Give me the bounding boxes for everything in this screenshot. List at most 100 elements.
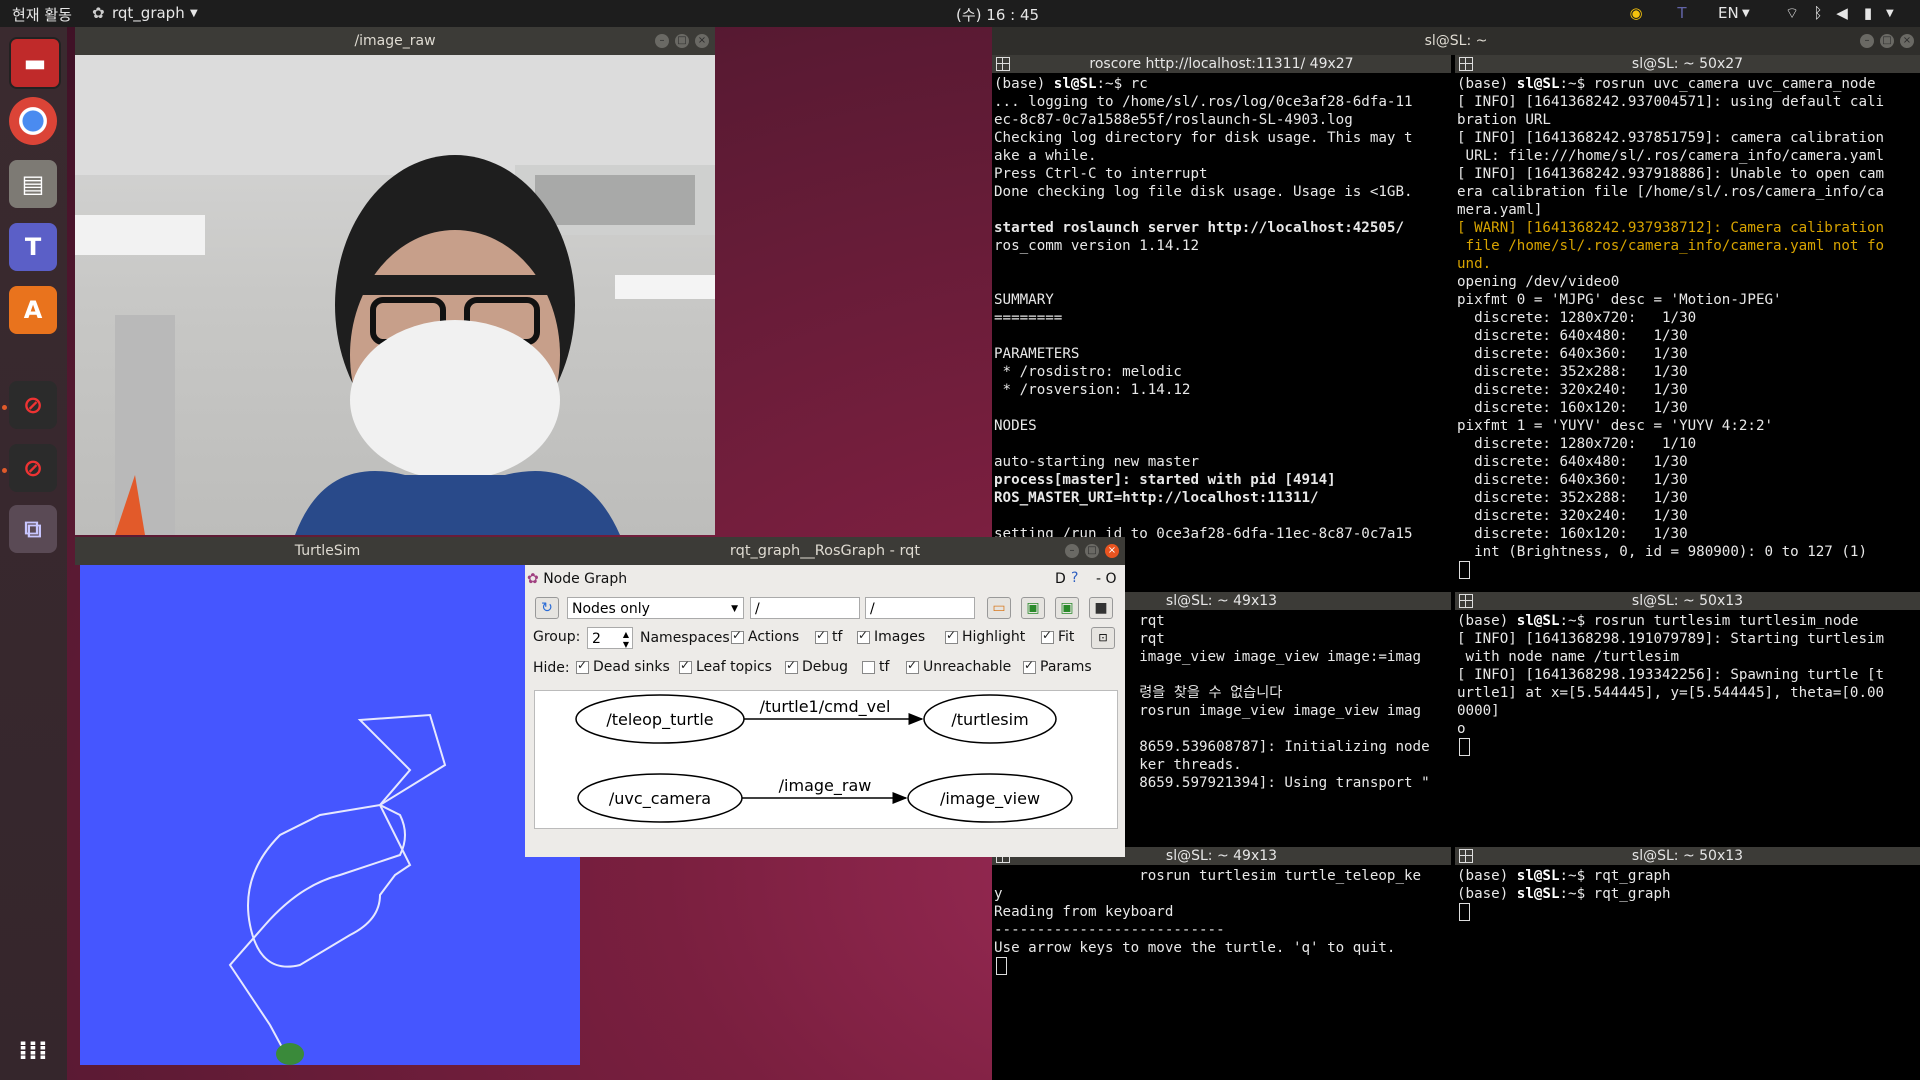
minimize-icon[interactable]: –	[1860, 34, 1874, 48]
terminal-cursor	[1459, 738, 1470, 756]
tf-hide-checkbox[interactable]: tf	[862, 659, 889, 675]
help-icon[interactable]: ?	[1071, 570, 1078, 586]
close-icon[interactable]: ×	[1900, 34, 1914, 48]
image-raw-window[interactable]: /image_raw – □ ×	[75, 27, 715, 537]
chrome-tray-icon[interactable]: ◉	[1626, 3, 1646, 23]
topic-filter-input[interactable]: /	[865, 597, 975, 619]
terminal-line: 0000]	[1457, 703, 1500, 719]
split-icon[interactable]	[996, 57, 1010, 71]
teams-icon[interactable]: T	[9, 223, 57, 271]
highlight-checkbox[interactable]: Highlight	[945, 628, 1025, 645]
terminal-line: file /home/sl/.ros/camera_info/camera.ya…	[1457, 238, 1885, 254]
terminal-line: discrete: 160x120: 1/30	[1457, 400, 1688, 416]
activities-button[interactable]: 현재 활동	[12, 4, 72, 25]
chevron-down-icon: ▼	[190, 8, 198, 19]
debug-checkbox[interactable]: Debug	[785, 658, 848, 675]
terminal-line: discrete: 640x480: 1/30	[1457, 328, 1688, 344]
app-menu-button[interactable]: rqt_graph	[112, 4, 185, 22]
turtlesim-window[interactable]: TurtleSim	[75, 537, 580, 1067]
window-titlebar[interactable]: /image_raw – □ ×	[75, 27, 715, 55]
window-titlebar[interactable]: TurtleSim	[75, 537, 580, 565]
teams-tray-icon[interactable]: T	[1672, 3, 1692, 23]
namespace-filter-input[interactable]: /	[750, 597, 860, 619]
save-svg-icon[interactable]: ▣	[1055, 597, 1079, 619]
dock-toggle-button[interactable]: D	[1055, 571, 1066, 587]
dock: ▬ ▤ T A ⊘ ⊘ ⧉ ⁞⁞⁞	[0, 27, 67, 1080]
split-icon[interactable]	[1459, 57, 1473, 71]
terminal-line: era calibration file [/home/sl/.ros/came…	[1457, 184, 1885, 200]
window-titlebar[interactable]: sl@SL: ~ – □ ×	[992, 27, 1920, 55]
volume-icon[interactable]: ◀	[1832, 3, 1852, 23]
terminal-pane-roscore[interactable]: roscore http://localhost:11311/ 49x27 (b…	[992, 55, 1451, 589]
terminal-line: Reading from keyboard	[994, 904, 1174, 920]
terminal-line: [ INFO] [1641368242.937851759]: camera c…	[1457, 130, 1885, 146]
spin-down-icon[interactable]: ▼	[623, 634, 629, 656]
images-checkbox[interactable]: Images	[857, 628, 925, 645]
group-spinbox[interactable]: 2 ▲ ▼	[587, 627, 633, 649]
close-icon[interactable]: ×	[1105, 544, 1119, 558]
blocked-app-icon[interactable]: ⊘	[9, 444, 57, 492]
graph-edge[interactable]: /image_raw	[742, 776, 908, 804]
terminal-icon[interactable]: ▬	[9, 37, 61, 89]
blocked-app-icon[interactable]: ⊘	[9, 381, 57, 429]
language-indicator[interactable]: EN	[1718, 4, 1739, 22]
battery-icon[interactable]: ▮	[1858, 3, 1878, 23]
panel-title-row: ✿ Node Graph	[527, 571, 627, 587]
tf-checkbox[interactable]: tf	[815, 628, 842, 645]
wifi-icon[interactable]: ⌔	[1782, 3, 1802, 23]
graph-canvas[interactable]: /teleop_turtle /turtlesim /uvc_camera /i…	[534, 690, 1118, 829]
split-icon[interactable]	[1459, 849, 1473, 863]
leaf-topics-checkbox[interactable]: Leaf topics	[679, 658, 772, 675]
refresh-icon[interactable]: ↻	[535, 597, 559, 619]
terminal-line: ... logging to /home/sl/.ros/log/0ce3af2…	[994, 94, 1413, 110]
minimize-icon[interactable]: –	[1065, 544, 1079, 558]
graph-edge[interactable]: /turtle1/cmd_vel	[744, 697, 924, 725]
pane-header: sl@SL: ~ 50x13	[1455, 592, 1920, 610]
terminal-pane-uvc-camera[interactable]: sl@SL: ~ 50x27 (base) sl@SL:~$ rosrun uv…	[1455, 55, 1920, 589]
actions-checkbox[interactable]: Actions	[731, 628, 799, 645]
dead-sinks-checkbox[interactable]: Dead sinks	[576, 658, 670, 675]
minimize-icon[interactable]: –	[655, 34, 669, 48]
rqt-icon[interactable]: ⧉	[9, 505, 57, 553]
window-titlebar[interactable]: rqt_graph__RosGraph - rqt – □ ×	[525, 537, 1125, 565]
maximize-icon[interactable]: □	[1880, 34, 1894, 48]
clock[interactable]: (수) 16 : 45	[956, 4, 1039, 25]
maximize-icon[interactable]: □	[1085, 544, 1099, 558]
svg-text:/turtlesim: /turtlesim	[951, 710, 1028, 729]
bluetooth-icon[interactable]: ᛒ	[1808, 3, 1828, 23]
graph-node[interactable]: /turtlesim	[923, 694, 1057, 744]
close-icon[interactable]: ×	[695, 34, 709, 48]
terminal-pane-turtlesim[interactable]: sl@SL: ~ 50x13 (base) sl@SL:~$ rosrun tu…	[1455, 592, 1920, 844]
open-folder-icon[interactable]: ▭	[987, 597, 1011, 619]
svg-text:/teleop_turtle: /teleop_turtle	[606, 710, 713, 730]
fit-checkbox[interactable]: Fit	[1041, 628, 1074, 645]
terminal-window[interactable]: sl@SL: ~ – □ × roscore http://localhost:…	[992, 27, 1920, 1080]
software-icon[interactable]: A	[9, 286, 57, 334]
terminal-pane-teleop[interactable]: sl@SL: ~ 49x13 rosrun turtlesim turtle_t…	[992, 847, 1451, 1080]
files-icon[interactable]: ▤	[9, 160, 57, 208]
chrome-icon[interactable]	[9, 97, 57, 145]
params-checkbox[interactable]: Params	[1023, 658, 1092, 675]
terminal-line: und.	[1457, 256, 1492, 272]
chevron-down-icon: ▼	[1886, 8, 1894, 19]
unreachable-checkbox[interactable]: Unreachable	[906, 658, 1011, 675]
graph-node[interactable]: /teleop_turtle	[575, 694, 745, 744]
terminal-line: with node name /turtlesim	[1457, 649, 1680, 665]
maximize-icon[interactable]: □	[675, 34, 689, 48]
fit-view-icon[interactable]: ⊡	[1091, 627, 1115, 649]
terminal-pane-rqt-graph[interactable]: sl@SL: ~ 50x13 (base) sl@SL:~$ rqt_graph…	[1455, 847, 1920, 1080]
split-icon[interactable]	[1459, 594, 1473, 608]
save-image-icon[interactable]: ■	[1089, 597, 1113, 619]
terminal-line: opening /dev/video0	[1457, 274, 1620, 290]
terminal-line: urtle1] at x=[5.544445], y=[5.544445], t…	[1457, 685, 1885, 701]
rqt-graph-window[interactable]: rqt_graph__RosGraph - rqt – □ × ✿ Node G…	[525, 537, 1125, 857]
camera-image	[75, 55, 715, 535]
panel-window-buttons[interactable]: - O	[1096, 571, 1117, 587]
graph-node[interactable]: /image_view	[907, 773, 1073, 823]
graph-type-select[interactable]: Nodes only ▼	[567, 597, 744, 619]
app-grid-icon[interactable]: ⁞⁞⁞	[9, 1027, 57, 1075]
graph-node[interactable]: /uvc_camera	[577, 773, 743, 823]
save-dot-icon[interactable]: ▣	[1021, 597, 1045, 619]
